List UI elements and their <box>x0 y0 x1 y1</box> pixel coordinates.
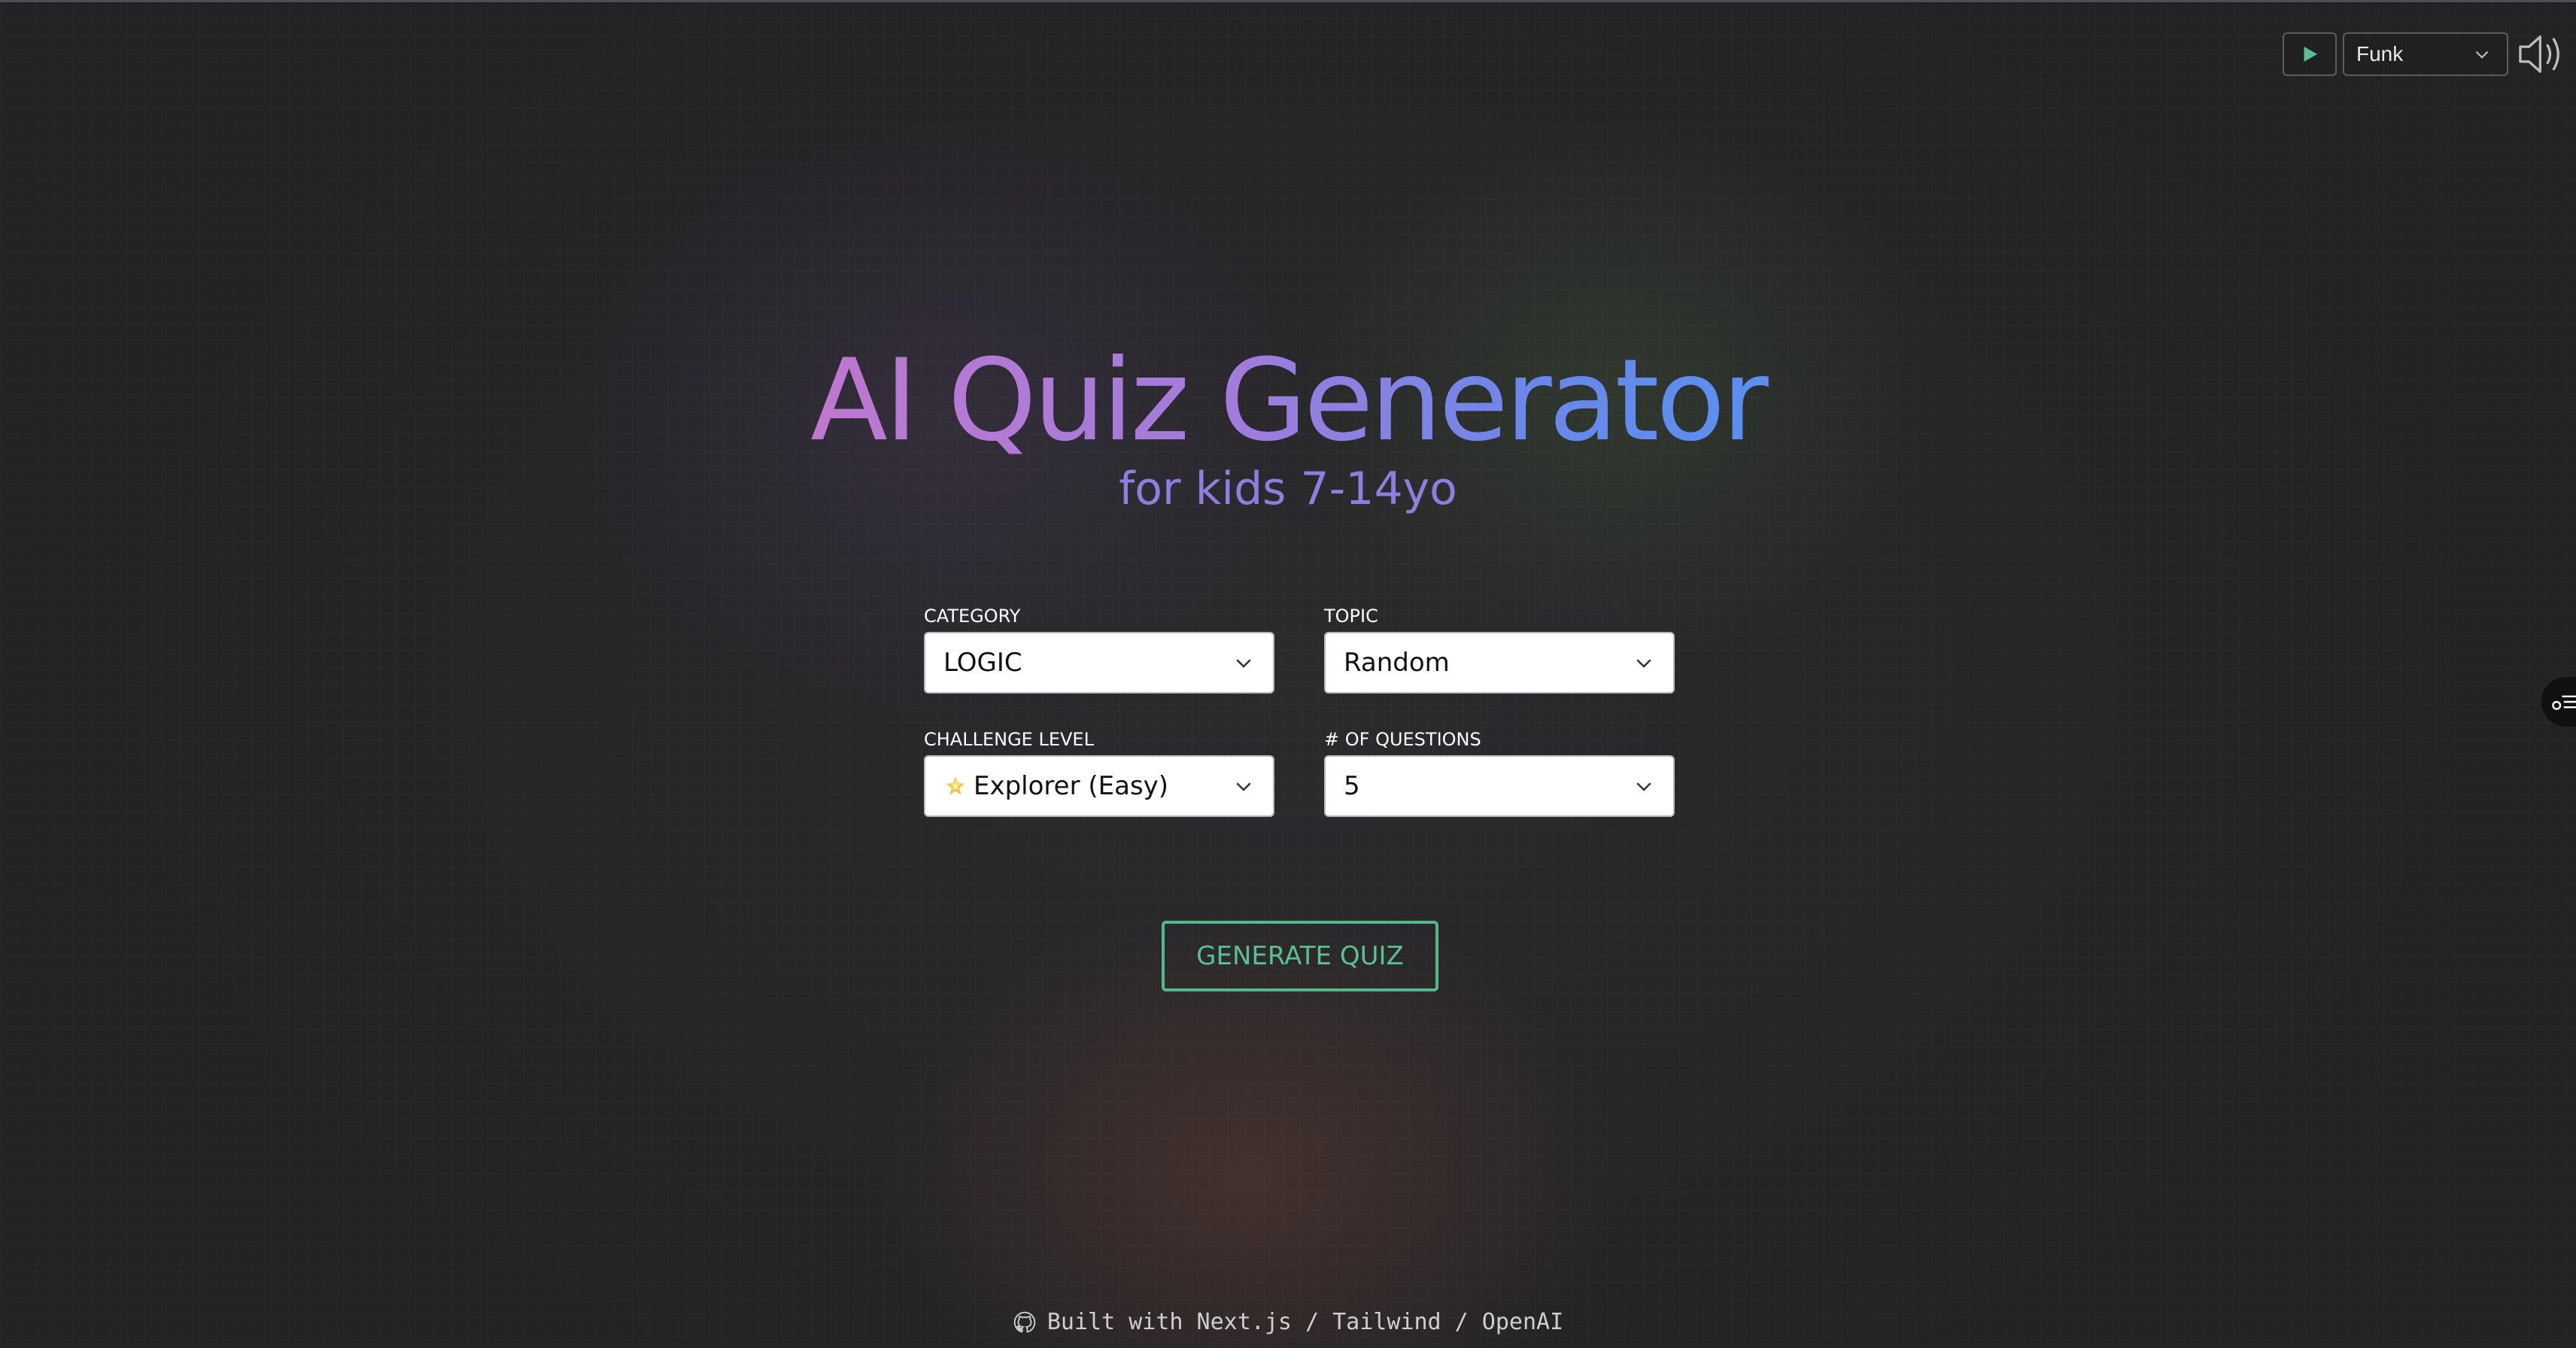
volume-button[interactable] <box>2514 30 2568 78</box>
star-icon <box>943 774 968 798</box>
chevron-down-icon <box>1236 782 1251 791</box>
page-subtitle: for kids 7-14yo <box>1119 463 1457 515</box>
question-count-select[interactable]: 5 <box>1324 755 1675 817</box>
volume-icon <box>2519 35 2559 73</box>
question-count-value: 5 <box>1344 771 1360 801</box>
page-title-text: AI Quiz Generator <box>810 335 1768 466</box>
challenge-level-select[interactable]: Explorer (Easy) <box>924 755 1274 817</box>
question-count-field: # OF QUESTIONS 5 <box>1324 730 1675 817</box>
challenge-level-label: CHALLENGE LEVEL <box>924 729 1094 750</box>
page-title: AI Quiz Generator <box>0 345 2576 457</box>
question-count-label: # OF QUESTIONS <box>1324 729 1481 750</box>
window-top-border <box>0 0 2576 2</box>
topic-select[interactable]: Random <box>1324 632 1675 694</box>
challenge-level-value: Explorer (Easy) <box>974 771 1169 801</box>
music-track-select[interactable]: Funk <box>2343 32 2508 76</box>
chevron-down-icon <box>1636 659 1651 668</box>
play-icon <box>2304 47 2317 62</box>
footer: Built with Next.js / Tailwind / OpenAI <box>0 1309 2576 1335</box>
play-music-button[interactable] <box>2283 32 2337 76</box>
background-grid <box>0 0 2576 1348</box>
category-field: CATEGORY LOGIC <box>924 606 1274 694</box>
generate-quiz-button[interactable]: GENERATE QUIZ <box>1162 921 1438 991</box>
chevron-down-icon <box>2475 50 2489 59</box>
topic-field: TOPIC Random <box>1324 606 1675 694</box>
challenge-level-selection: Explorer (Easy) <box>943 771 1168 801</box>
github-icon[interactable] <box>1013 1310 1037 1334</box>
chevron-down-icon <box>1236 659 1251 668</box>
footer-text: Built with Next.js / Tailwind / OpenAI <box>1046 1309 1564 1335</box>
music-track-value: Funk <box>2356 42 2404 65</box>
category-label: CATEGORY <box>924 606 1021 627</box>
challenge-level-field: CHALLENGE LEVEL Explorer (Easy) <box>924 730 1274 817</box>
category-value: LOGIC <box>943 648 1022 678</box>
settings-list-icon <box>2552 695 2576 710</box>
chevron-down-icon <box>1636 782 1651 791</box>
topic-label: TOPIC <box>1324 606 1378 627</box>
topic-value: Random <box>1344 648 1450 678</box>
audio-controls: Funk <box>2283 30 2568 78</box>
category-select[interactable]: LOGIC <box>924 632 1274 694</box>
